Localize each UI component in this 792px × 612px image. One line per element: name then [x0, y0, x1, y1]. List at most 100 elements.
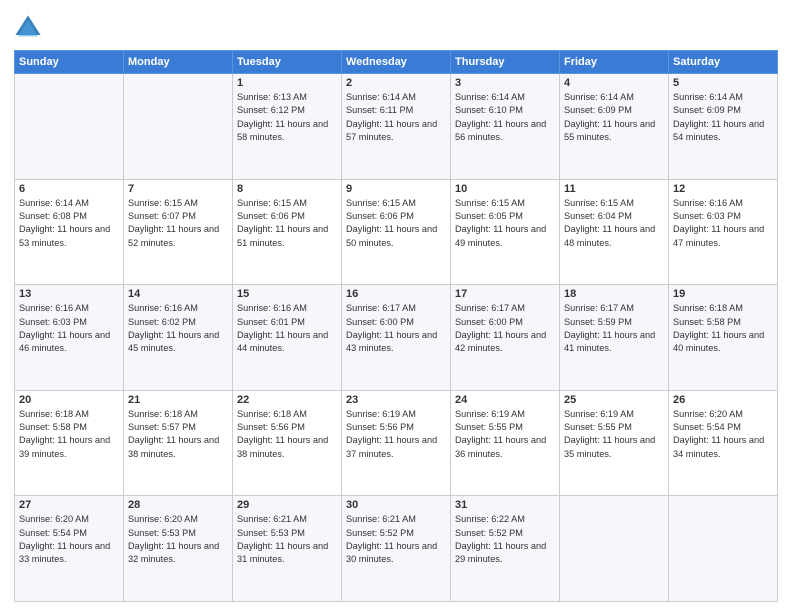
weekday-header: Friday [560, 51, 669, 74]
calendar-cell: 13 Sunrise: 6:16 AMSunset: 6:03 PMDayligh… [15, 285, 124, 391]
cell-info: Sunrise: 6:17 AMSunset: 5:59 PMDaylight:… [564, 302, 664, 355]
header [14, 10, 778, 42]
calendar-cell: 19 Sunrise: 6:18 AMSunset: 5:58 PMDayligh… [669, 285, 778, 391]
calendar-cell: 12 Sunrise: 6:16 AMSunset: 6:03 PMDayligh… [669, 179, 778, 285]
day-number: 24 [455, 394, 555, 406]
calendar-cell: 24 Sunrise: 6:19 AMSunset: 5:55 PMDayligh… [451, 390, 560, 496]
calendar-cell: 25Sunrise: 6:19 AMSunset: 5:55 PMDayligh… [560, 390, 669, 496]
day-number: 15 [237, 288, 337, 300]
calendar-cell: 16 Sunrise: 6:17 AMSunset: 6:00 PMDayligh… [342, 285, 451, 391]
cell-info: Sunrise: 6:15 AMSunset: 6:06 PMDaylight:… [237, 197, 337, 250]
calendar-header: SundayMondayTuesdayWednesdayThursdayFrid… [15, 51, 778, 74]
day-number: 2 [346, 77, 446, 89]
calendar-cell: 9Sunrise: 6:15 AMSunset: 6:06 PMDaylight… [342, 179, 451, 285]
logo [14, 14, 45, 42]
cell-info: Sunrise: 6:18 AMSunset: 5:57 PMDaylight:… [128, 408, 228, 461]
day-number: 22 [237, 394, 337, 406]
calendar-week: 27 Sunrise: 6:20 AMSunset: 5:54 PMDayligh… [15, 496, 778, 602]
calendar-cell: 4Sunrise: 6:14 AMSunset: 6:09 PMDaylight… [560, 74, 669, 180]
cell-info: Sunrise: 6:19 AMSunset: 5:56 PMDaylight:… [346, 408, 446, 461]
calendar-cell: 11 Sunrise: 6:15 AMSunset: 6:04 PMDayligh… [560, 179, 669, 285]
calendar-cell [15, 74, 124, 180]
calendar-cell: 23 Sunrise: 6:19 AMSunset: 5:56 PMDayligh… [342, 390, 451, 496]
calendar-cell: 6 Sunrise: 6:14 AMSunset: 6:08 PMDaylight… [15, 179, 124, 285]
day-number: 16 [346, 288, 446, 300]
cell-info: Sunrise: 6:14 AMSunset: 6:09 PMDaylight:… [564, 91, 664, 144]
day-number: 17 [455, 288, 555, 300]
calendar-cell: 10Sunrise: 6:15 AMSunset: 6:05 PMDayligh… [451, 179, 560, 285]
day-number: 18 [564, 288, 664, 300]
cell-info: Sunrise: 6:21 AMSunset: 5:53 PMDaylight:… [237, 513, 337, 566]
day-number: 11 [564, 183, 664, 195]
page: SundayMondayTuesdayWednesdayThursdayFrid… [0, 0, 792, 612]
weekday-header: Wednesday [342, 51, 451, 74]
cell-info: Sunrise: 6:16 AMSunset: 6:03 PMDaylight:… [673, 197, 773, 250]
calendar-cell: 3 Sunrise: 6:14 AMSunset: 6:10 PMDaylight… [451, 74, 560, 180]
cell-info: Sunrise: 6:17 AMSunset: 6:00 PMDaylight:… [346, 302, 446, 355]
day-number: 29 [237, 499, 337, 511]
cell-info: Sunrise: 6:14 AMSunset: 6:09 PMDaylight:… [673, 91, 773, 144]
day-number: 7 [128, 183, 228, 195]
cell-info: Sunrise: 6:19 AMSunset: 5:55 PMDaylight:… [455, 408, 555, 461]
cell-info: Sunrise: 6:14 AMSunset: 6:10 PMDaylight:… [455, 91, 555, 144]
day-number: 1 [237, 77, 337, 89]
calendar-cell: 14 Sunrise: 6:16 AMSunset: 6:02 PMDayligh… [124, 285, 233, 391]
day-number: 31 [455, 499, 555, 511]
cell-info: Sunrise: 6:16 AMSunset: 6:03 PMDaylight:… [19, 302, 119, 355]
day-number: 12 [673, 183, 773, 195]
calendar-cell: 7 Sunrise: 6:15 AMSunset: 6:07 PMDaylight… [124, 179, 233, 285]
calendar-cell [669, 496, 778, 602]
calendar-cell: 17 Sunrise: 6:17 AMSunset: 6:00 PMDayligh… [451, 285, 560, 391]
weekday-header: Saturday [669, 51, 778, 74]
calendar-cell [124, 74, 233, 180]
day-number: 8 [237, 183, 337, 195]
cell-info: Sunrise: 6:22 AMSunset: 5:52 PMDaylight:… [455, 513, 555, 566]
calendar-cell: 5 Sunrise: 6:14 AMSunset: 6:09 PMDaylight… [669, 74, 778, 180]
cell-info: Sunrise: 6:14 AMSunset: 6:08 PMDaylight:… [19, 197, 119, 250]
calendar-week: 6 Sunrise: 6:14 AMSunset: 6:08 PMDaylight… [15, 179, 778, 285]
day-number: 23 [346, 394, 446, 406]
calendar-cell: 15 Sunrise: 6:16 AMSunset: 6:01 PMDayligh… [233, 285, 342, 391]
day-number: 28 [128, 499, 228, 511]
weekday-header: Monday [124, 51, 233, 74]
calendar-cell: 28Sunrise: 6:20 AMSunset: 5:53 PMDayligh… [124, 496, 233, 602]
weekday-header: Tuesday [233, 51, 342, 74]
cell-info: Sunrise: 6:17 AMSunset: 6:00 PMDaylight:… [455, 302, 555, 355]
calendar-cell: 2Sunrise: 6:14 AMSunset: 6:11 PMDaylight… [342, 74, 451, 180]
cell-info: Sunrise: 6:16 AMSunset: 6:02 PMDaylight:… [128, 302, 228, 355]
day-number: 30 [346, 499, 446, 511]
cell-info: Sunrise: 6:15 AMSunset: 6:07 PMDaylight:… [128, 197, 228, 250]
cell-info: Sunrise: 6:19 AMSunset: 5:55 PMDaylight:… [564, 408, 664, 461]
calendar-week: 1Sunrise: 6:13 AMSunset: 6:12 PMDaylight… [15, 74, 778, 180]
day-number: 5 [673, 77, 773, 89]
calendar-table: SundayMondayTuesdayWednesdayThursdayFrid… [14, 50, 778, 602]
day-number: 3 [455, 77, 555, 89]
cell-info: Sunrise: 6:18 AMSunset: 5:58 PMDaylight:… [673, 302, 773, 355]
calendar-cell: 27 Sunrise: 6:20 AMSunset: 5:54 PMDayligh… [15, 496, 124, 602]
calendar-cell: 18 Sunrise: 6:17 AMSunset: 5:59 PMDayligh… [560, 285, 669, 391]
calendar-cell [560, 496, 669, 602]
day-number: 9 [346, 183, 446, 195]
cell-info: Sunrise: 6:16 AMSunset: 6:01 PMDaylight:… [237, 302, 337, 355]
day-number: 13 [19, 288, 119, 300]
calendar-cell: 31 Sunrise: 6:22 AMSunset: 5:52 PMDayligh… [451, 496, 560, 602]
calendar-body: 1Sunrise: 6:13 AMSunset: 6:12 PMDaylight… [15, 74, 778, 602]
calendar-cell: 21Sunrise: 6:18 AMSunset: 5:57 PMDayligh… [124, 390, 233, 496]
day-number: 19 [673, 288, 773, 300]
cell-info: Sunrise: 6:15 AMSunset: 6:04 PMDaylight:… [564, 197, 664, 250]
day-number: 27 [19, 499, 119, 511]
weekday-header: Sunday [15, 51, 124, 74]
calendar-cell: 20Sunrise: 6:18 AMSunset: 5:58 PMDayligh… [15, 390, 124, 496]
cell-info: Sunrise: 6:18 AMSunset: 5:56 PMDaylight:… [237, 408, 337, 461]
cell-info: Sunrise: 6:20 AMSunset: 5:54 PMDaylight:… [19, 513, 119, 566]
calendar-week: 13 Sunrise: 6:16 AMSunset: 6:03 PMDayligh… [15, 285, 778, 391]
day-number: 6 [19, 183, 119, 195]
calendar-cell: 22 Sunrise: 6:18 AMSunset: 5:56 PMDayligh… [233, 390, 342, 496]
logo-icon [14, 14, 42, 42]
cell-info: Sunrise: 6:18 AMSunset: 5:58 PMDaylight:… [19, 408, 119, 461]
weekday-header: Thursday [451, 51, 560, 74]
cell-info: Sunrise: 6:20 AMSunset: 5:54 PMDaylight:… [673, 408, 773, 461]
calendar-cell: 26Sunrise: 6:20 AMSunset: 5:54 PMDayligh… [669, 390, 778, 496]
day-number: 14 [128, 288, 228, 300]
calendar-cell: 1Sunrise: 6:13 AMSunset: 6:12 PMDaylight… [233, 74, 342, 180]
